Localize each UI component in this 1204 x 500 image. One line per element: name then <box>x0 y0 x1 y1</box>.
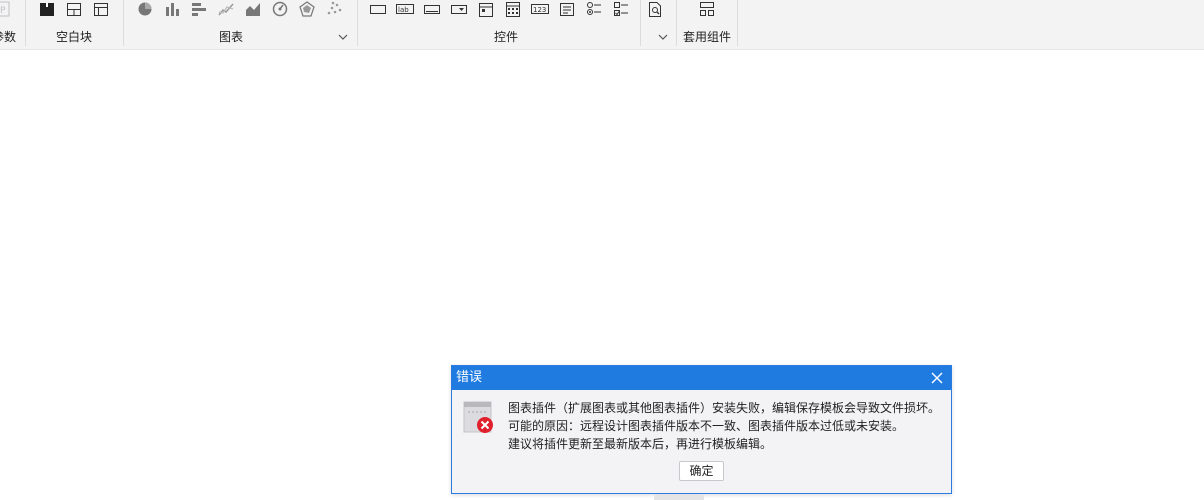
widget-group-label: 控件 <box>493 30 518 44</box>
bar-chart-icon[interactable] <box>163 0 181 18</box>
number-icon[interactable]: 123 <box>531 0 549 18</box>
blank-block-group-label: 空白块 <box>55 30 92 44</box>
checkbox-icon[interactable] <box>612 0 630 18</box>
params-group: P 参数 <box>0 0 22 50</box>
block-dark-icon[interactable] <box>38 0 56 18</box>
combo-icon[interactable] <box>450 0 468 18</box>
template-icon[interactable] <box>698 0 716 18</box>
param-icon[interactable]: P <box>0 0 12 18</box>
pie-chart-icon[interactable] <box>136 0 154 18</box>
textbox-icon[interactable] <box>369 0 387 18</box>
dialog-title-bar[interactable]: 错误 <box>452 366 951 390</box>
chart-group: 图表 <box>124 0 356 50</box>
separator <box>737 0 738 46</box>
separator <box>640 0 641 46</box>
close-icon[interactable] <box>929 370 945 386</box>
message-line: 可能的原因：远程设计图表插件版本不一致、图表插件版本过低或未安装。 <box>508 419 905 433</box>
message-line: 建议将插件更新至最新版本后，再进行模板编辑。 <box>508 437 773 451</box>
chevron-down-icon[interactable] <box>337 31 349 43</box>
line-chart-icon[interactable] <box>217 0 235 18</box>
search-doc-icon[interactable] <box>646 0 664 18</box>
area-chart-icon[interactable] <box>244 0 262 18</box>
template-group: 套用组件 <box>677 0 737 50</box>
list-icon[interactable] <box>558 0 576 18</box>
error-icon <box>463 401 495 435</box>
radio-icon[interactable] <box>585 0 603 18</box>
date-icon[interactable] <box>477 0 495 18</box>
dialog-message: 图表插件（扩展图表或其他图表插件）安装失败，编辑保存模板会导致文件损坏。 可能的… <box>508 399 948 453</box>
scroll-handle[interactable] <box>654 494 704 500</box>
hbar-chart-icon[interactable] <box>190 0 208 18</box>
button-icon[interactable] <box>423 0 441 18</box>
error-dialog: 错误 图表插件（扩展图表或其他图表插件）安装失败，编辑保存模板会导致文件损坏。 … <box>451 365 952 494</box>
widget-group: lab 123 控件 <box>358 0 676 50</box>
block-split-icon[interactable] <box>65 0 83 18</box>
template-group-label: 套用组件 <box>682 30 731 44</box>
chart-group-label: 图表 <box>218 30 243 44</box>
gauge-chart-icon[interactable] <box>271 0 289 18</box>
svg-text:lab: lab <box>398 6 409 14</box>
dialog-title: 错误 <box>456 370 483 385</box>
label-icon[interactable]: lab <box>396 0 414 18</box>
radar-chart-icon[interactable] <box>298 0 316 18</box>
scatter-chart-icon[interactable] <box>325 0 343 18</box>
grid-icon[interactable] <box>504 0 522 18</box>
chevron-down-icon[interactable] <box>657 31 669 43</box>
message-line: 图表插件（扩展图表或其他图表插件）安装失败，编辑保存模板会导致文件损坏。 <box>508 401 941 415</box>
svg-text:123: 123 <box>533 6 546 14</box>
blank-block-group: 空白块 <box>26 0 122 50</box>
params-group-label: 参数 <box>0 30 17 44</box>
block-grid-icon[interactable] <box>92 0 110 18</box>
ok-button[interactable]: 确定 <box>679 461 724 481</box>
svg-text:P: P <box>0 6 6 16</box>
ribbon-toolbar: P 参数 空白块 <box>0 0 1204 50</box>
